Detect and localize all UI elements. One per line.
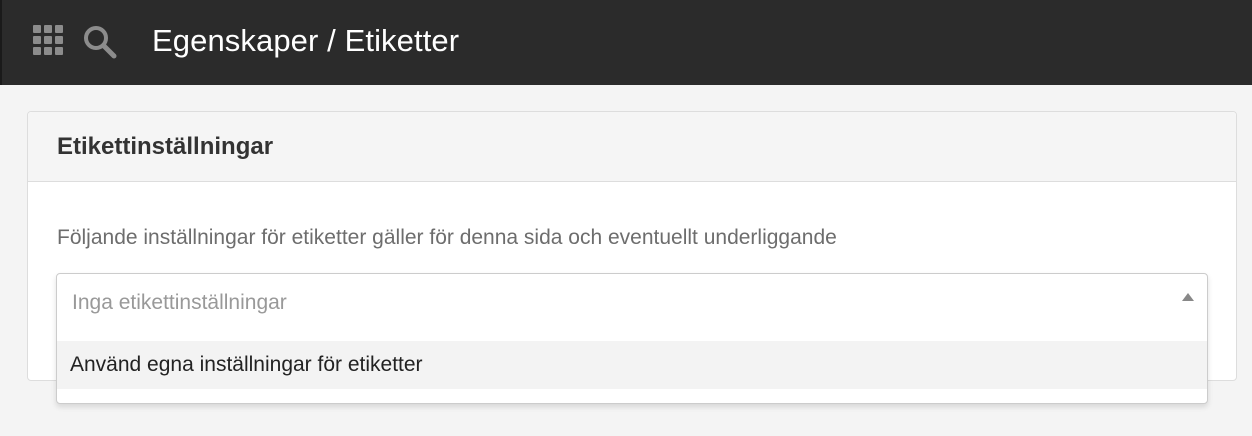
grid-dot	[55, 47, 63, 55]
select-placeholder: Inga etikettinställningar	[72, 291, 287, 314]
top-bar: Egenskaper / Etiketter	[0, 0, 1252, 85]
select-option-custom-settings[interactable]: Använd egna inställningar för etiketter	[57, 341, 1207, 389]
page-title: Egenskaper / Etiketter	[152, 23, 460, 58]
select-field[interactable]: Inga etikettinställningar	[57, 274, 1207, 340]
grid-dot	[33, 47, 41, 55]
search-icon[interactable]	[82, 24, 118, 60]
grid-apps-icon[interactable]	[33, 25, 65, 57]
panel-title: Etikettinställningar	[57, 133, 274, 160]
grid-dot	[55, 36, 63, 44]
grid-dot	[44, 47, 52, 55]
grid-dot	[44, 36, 52, 44]
grid-dot	[33, 36, 41, 44]
panel-header: Etikettinställningar	[28, 112, 1236, 182]
grid-dot	[55, 25, 63, 33]
label-settings-select[interactable]: Inga etikettinställningar Använd egna in…	[56, 273, 1208, 404]
panel-description: Följande inställningar för etiketter gäl…	[57, 226, 837, 249]
triangle-up-icon[interactable]	[1182, 293, 1194, 301]
select-option-label: Använd egna inställningar för etiketter	[70, 353, 423, 376]
grid-dot	[33, 25, 41, 33]
grid-dot	[44, 25, 52, 33]
